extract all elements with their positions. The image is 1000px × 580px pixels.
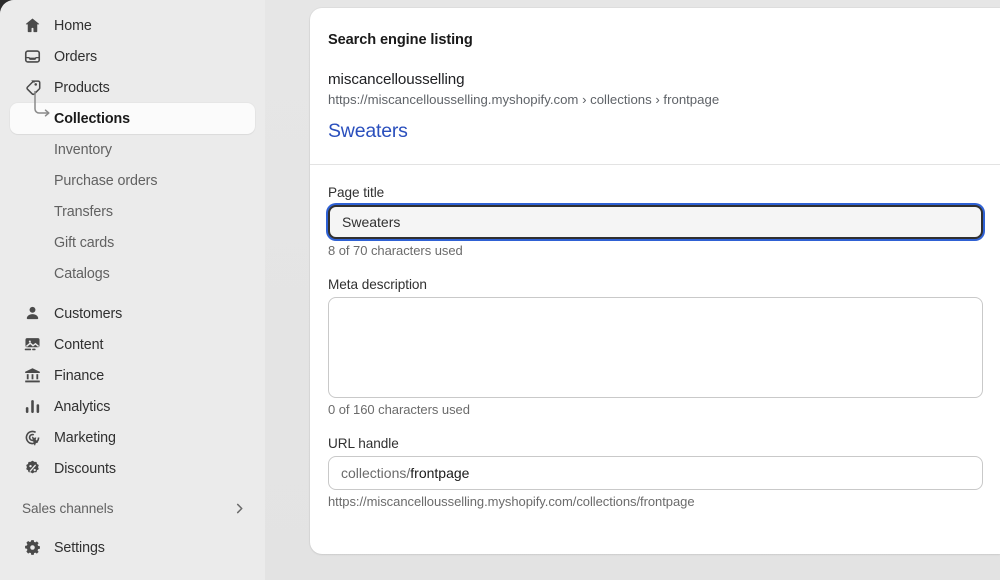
url-handle-help: https://miscancellousselling.myshopify.c… xyxy=(328,493,695,509)
sidebar-item-label: Home xyxy=(54,17,92,34)
meta-description-textarea[interactable] xyxy=(328,296,983,398)
sidebar-item-marketing[interactable]: Marketing xyxy=(10,422,255,453)
sidebar-section-label: Sales channels xyxy=(22,500,114,516)
bank-icon xyxy=(22,366,42,386)
preview-url-breadcrumb: https://miscancellousselling.myshopify.c… xyxy=(328,92,720,107)
page-title-label: Page title xyxy=(328,184,385,200)
sidebar-item-purchase-orders[interactable]: Purchase orders xyxy=(10,165,255,196)
sidebar-item-inventory[interactable]: Inventory xyxy=(10,134,255,165)
bar-chart-icon xyxy=(22,397,42,417)
sidebar-item-label: Catalogs xyxy=(54,265,110,282)
target-icon xyxy=(22,428,42,448)
url-handle-label: URL handle xyxy=(328,435,399,451)
sidebar-item-label: Settings xyxy=(54,539,105,556)
sidebar-item-gift-cards[interactable]: Gift cards xyxy=(10,227,255,258)
tag-icon xyxy=(22,78,42,98)
search-engine-preview: miscancellousselling https://miscancello… xyxy=(310,48,1000,164)
url-handle-field: URL handle collections/ https://miscance… xyxy=(328,435,983,509)
sidebar-item-catalogs[interactable]: Catalogs xyxy=(10,258,255,289)
gear-icon xyxy=(22,538,42,558)
discount-icon xyxy=(22,459,42,479)
sidebar-item-collections[interactable]: Collections xyxy=(10,91,255,134)
card-title: Search engine listing xyxy=(328,32,473,48)
sidebar-nav-list: Home Orders Products Collections Invento… xyxy=(0,10,265,563)
sidebar-item-content[interactable]: Content xyxy=(10,329,255,360)
meta-description-help: 0 of 160 characters used xyxy=(328,401,470,417)
sidebar-item-analytics[interactable]: Analytics xyxy=(10,391,255,422)
sidebar-item-home[interactable]: Home xyxy=(10,10,255,41)
sidebar-item-label: Finance xyxy=(54,367,105,384)
meta-description-field: Meta description 0 of 160 characters use… xyxy=(328,276,983,417)
sidebar-spacer-3 xyxy=(0,523,265,532)
home-icon xyxy=(22,16,42,36)
sidebar: Home Orders Products Collections Invento… xyxy=(0,0,265,580)
sidebar-item-discounts[interactable]: Discounts xyxy=(10,453,255,484)
url-handle-prefix: collections/ xyxy=(341,464,411,481)
meta-description-label: Meta description xyxy=(328,276,427,292)
sidebar-item-label: Products xyxy=(54,79,110,96)
page-title-field: Page title 8 of 70 characters used xyxy=(328,184,983,258)
page-title-input[interactable] xyxy=(328,204,983,239)
sidebar-item-label: Analytics xyxy=(54,398,111,415)
preview-site-name: miscancellousselling xyxy=(328,71,465,88)
chevron-right-icon[interactable] xyxy=(232,501,247,516)
sidebar-item-products[interactable]: Products xyxy=(10,72,255,103)
sidebar-item-label: Gift cards xyxy=(54,234,115,251)
sidebar-item-label: Purchase orders xyxy=(54,172,158,189)
orders-icon xyxy=(22,47,42,67)
card-header: Search engine listing xyxy=(310,8,1000,48)
sidebar-item-label: Transfers xyxy=(54,203,113,220)
app-window: Home Orders Products Collections Invento… xyxy=(0,0,1000,580)
sidebar-item-label: Collections xyxy=(54,110,130,127)
sidebar-item-customers[interactable]: Customers xyxy=(10,298,255,329)
sidebar-spacer-2 xyxy=(0,484,265,493)
sidebar-item-finance[interactable]: Finance xyxy=(10,360,255,391)
sidebar-item-label: Customers xyxy=(54,305,123,322)
sidebar-item-orders[interactable]: Orders xyxy=(10,41,255,72)
page-title-help: 8 of 70 characters used xyxy=(328,242,463,258)
seo-card: Search engine listing miscancellousselli… xyxy=(310,8,1000,554)
sidebar-item-label: Discounts xyxy=(54,460,116,477)
sidebar-item-label: Inventory xyxy=(54,141,112,158)
sidebar-item-settings[interactable]: Settings xyxy=(10,532,255,563)
sidebar-item-transfers[interactable]: Transfers xyxy=(10,196,255,227)
url-handle-input[interactable] xyxy=(410,464,970,481)
page-title-input-wrap xyxy=(328,204,983,239)
sidebar-item-label: Orders xyxy=(54,48,98,65)
image-icon xyxy=(22,335,42,355)
sidebar-spacer xyxy=(0,289,265,298)
sidebar-section-sales-channels[interactable]: Sales channels xyxy=(10,493,255,523)
person-icon xyxy=(22,304,42,324)
url-handle-input-group[interactable]: collections/ xyxy=(328,455,983,490)
seo-form: Page title 8 of 70 characters used Meta … xyxy=(310,165,1000,509)
preview-link-title[interactable]: Sweaters xyxy=(328,120,408,143)
sidebar-item-label: Marketing xyxy=(54,429,116,446)
sidebar-item-label: Content xyxy=(54,336,104,353)
